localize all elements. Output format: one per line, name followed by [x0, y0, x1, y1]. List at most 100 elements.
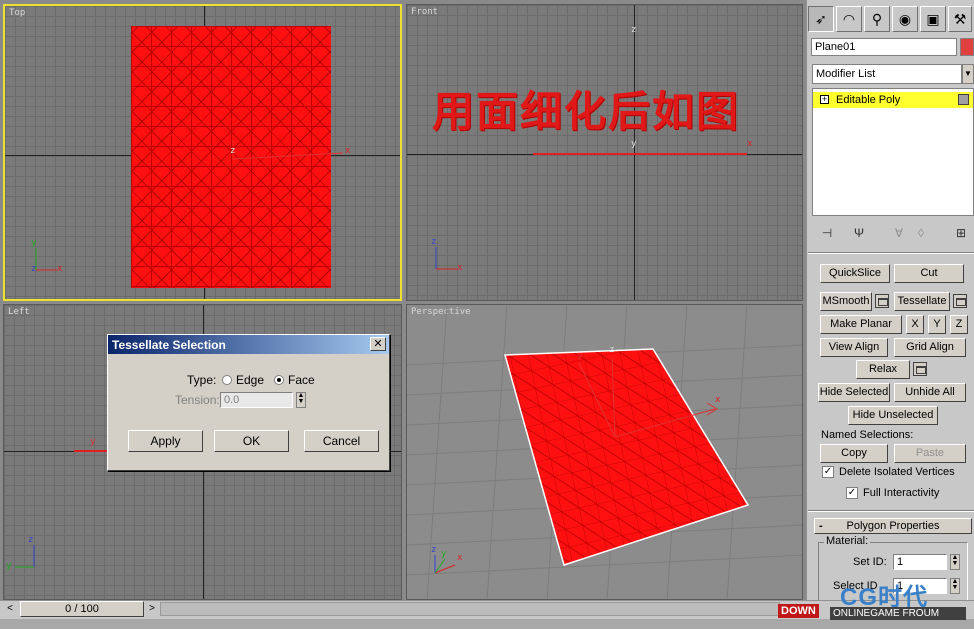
delete-isolated-label: Delete Isolated Vertices: [839, 466, 955, 478]
tab-display-icon[interactable]: ▣: [920, 6, 946, 32]
hide-unselected-button[interactable]: Hide Unselected: [848, 406, 938, 425]
face-radio-indicator[interactable]: [274, 375, 284, 385]
planar-x-button[interactable]: X: [906, 315, 924, 334]
tessellate-button[interactable]: Tessellate: [894, 292, 950, 311]
tessellate-selection-dialog[interactable]: Tessellate Selection ✕ Type: Edge Face T…: [107, 334, 390, 471]
gizmo-y-label: y: [631, 139, 637, 149]
panel-divider: [808, 510, 974, 512]
polygon-properties-rollout[interactable]: - Polygon Properties: [814, 518, 972, 534]
pin-stack-icon[interactable]: ⊣: [818, 224, 836, 242]
transform-gizmo[interactable]: [231, 141, 361, 181]
view-align-button[interactable]: View Align: [820, 338, 888, 357]
set-id-label: Set ID:: [853, 556, 887, 568]
collapse-minus-icon[interactable]: -: [819, 519, 823, 533]
gizmo-z-label: z: [609, 345, 615, 355]
tab-modify-icon[interactable]: ◠: [836, 6, 862, 32]
chevron-down-icon[interactable]: ▼: [962, 64, 974, 84]
dialog-title: Tessellate Selection: [112, 338, 226, 352]
stack-item-editable-poly[interactable]: + Editable Poly: [813, 92, 973, 108]
edge-radio[interactable]: Edge: [222, 373, 264, 387]
gizmo-x-label: x: [715, 395, 721, 405]
edge-radio-indicator[interactable]: [222, 375, 232, 385]
copy-button[interactable]: Copy: [820, 444, 888, 463]
hide-selected-button[interactable]: Hide Selected: [818, 383, 890, 402]
tension-spinner[interactable]: ▲ ▼: [296, 392, 306, 408]
viewport-top[interactable]: Top x z y z x: [3, 4, 402, 301]
named-selections-label: Named Selections:: [821, 429, 914, 441]
modifier-list-dropdown[interactable]: Modifier List: [812, 64, 962, 84]
watermark-badge: DOWN: [778, 604, 819, 618]
relax-settings-icon[interactable]: [913, 362, 927, 376]
stack-toolbar: ⊣ Ψ ∀ ◊ ⊞: [812, 222, 974, 244]
watermark-subtitle: ONLINEGAME FROUM: [830, 607, 966, 620]
gizmo-x-label: x: [747, 139, 753, 149]
timeline-track[interactable]: [160, 602, 780, 616]
planar-y-button[interactable]: Y: [928, 315, 946, 334]
set-id-input[interactable]: 1: [893, 554, 947, 570]
gizmo-x-label: x: [345, 146, 351, 156]
make-planar-button[interactable]: Make Planar: [820, 315, 902, 334]
tab-hierarchy-icon[interactable]: ⚲: [864, 6, 890, 32]
time-slider[interactable]: 0 / 100: [20, 601, 144, 617]
tab-motion-icon[interactable]: ◉: [892, 6, 918, 32]
face-radio[interactable]: Face: [274, 373, 315, 387]
tab-utilities-icon[interactable]: ⚒: [948, 6, 972, 32]
grid-align-button[interactable]: Grid Align: [894, 338, 966, 357]
viewport-front[interactable]: Front x y z z x: [406, 4, 803, 301]
make-unique-icon[interactable]: ∀: [890, 224, 908, 242]
quickslice-button[interactable]: QuickSlice: [820, 264, 890, 283]
modifier-stack[interactable]: + Editable Poly: [812, 88, 974, 216]
paste-button[interactable]: Paste: [894, 444, 966, 463]
gizmo-y-label: y: [90, 437, 96, 447]
next-frame-button[interactable]: >: [146, 601, 158, 617]
viewport-label-front[interactable]: Front: [411, 7, 438, 17]
axis-tripod-y: y: [6, 561, 12, 571]
configure-modifier-sets-icon[interactable]: ⊞: [952, 224, 970, 242]
stack-toggle-icon[interactable]: [958, 94, 969, 105]
ok-button[interactable]: OK: [214, 430, 289, 452]
set-id-spinner[interactable]: ▲ ▼: [950, 554, 960, 570]
axis-tripod-icon: [35, 248, 57, 271]
panel-divider: [808, 252, 974, 254]
apply-button[interactable]: Apply: [128, 430, 203, 452]
viewport-label-top[interactable]: Top: [9, 8, 25, 18]
axis-tripod-icon: [435, 247, 457, 270]
msmooth-settings-icon[interactable]: [875, 294, 889, 308]
red-plane-perspective[interactable]: [407, 305, 803, 600]
unhide-all-button[interactable]: Unhide All: [894, 383, 966, 402]
type-label: Type:: [187, 373, 217, 387]
close-button[interactable]: ✕: [370, 337, 386, 351]
viewport-label-left[interactable]: Left: [8, 307, 30, 317]
cut-button[interactable]: Cut: [894, 264, 964, 283]
planar-z-button[interactable]: Z: [950, 315, 968, 334]
cancel-button[interactable]: Cancel: [304, 430, 379, 452]
tension-input[interactable]: 0.0: [220, 392, 293, 408]
tab-create-icon[interactable]: ➶: [808, 6, 834, 32]
full-interactivity-label: Full Interactivity: [863, 487, 940, 499]
delete-isolated-checkbox[interactable]: ✓: [822, 466, 834, 478]
caption-overlay: 用面细化后如图: [432, 87, 741, 136]
red-plane-front-edge[interactable]: [533, 153, 747, 155]
dialog-title-bar[interactable]: Tessellate Selection ✕: [108, 335, 389, 354]
watermark: CG时代 DOWN ONLINEGAME FROUM: [778, 575, 972, 627]
viewport-perspective[interactable]: Perspective x y z z y x: [406, 304, 803, 600]
tessellate-settings-icon[interactable]: [953, 294, 967, 308]
object-name-field[interactable]: Plane01: [811, 38, 957, 56]
full-interactivity-checkbox[interactable]: ✓: [846, 487, 858, 499]
material-label: Material:: [824, 535, 871, 547]
gizmo-z-label: z: [631, 25, 637, 35]
face-radio-label: Face: [288, 373, 315, 387]
stack-item-label: Editable Poly: [836, 94, 901, 106]
rollout-title: Polygon Properties: [846, 520, 940, 532]
edge-radio-label: Edge: [236, 373, 265, 387]
msmooth-button[interactable]: MSmooth: [820, 292, 872, 311]
axis-tripod-icon: [15, 545, 35, 568]
tension-label: Tension:: [175, 393, 220, 407]
remove-modifier-icon[interactable]: ◊: [912, 224, 930, 242]
prev-frame-button[interactable]: <: [4, 601, 16, 617]
gizmo-y-label: y: [577, 351, 583, 361]
expand-plus-icon[interactable]: +: [820, 95, 829, 104]
relax-button[interactable]: Relax: [856, 360, 910, 379]
show-end-result-icon[interactable]: Ψ: [850, 224, 868, 242]
object-color-swatch[interactable]: [960, 38, 974, 56]
